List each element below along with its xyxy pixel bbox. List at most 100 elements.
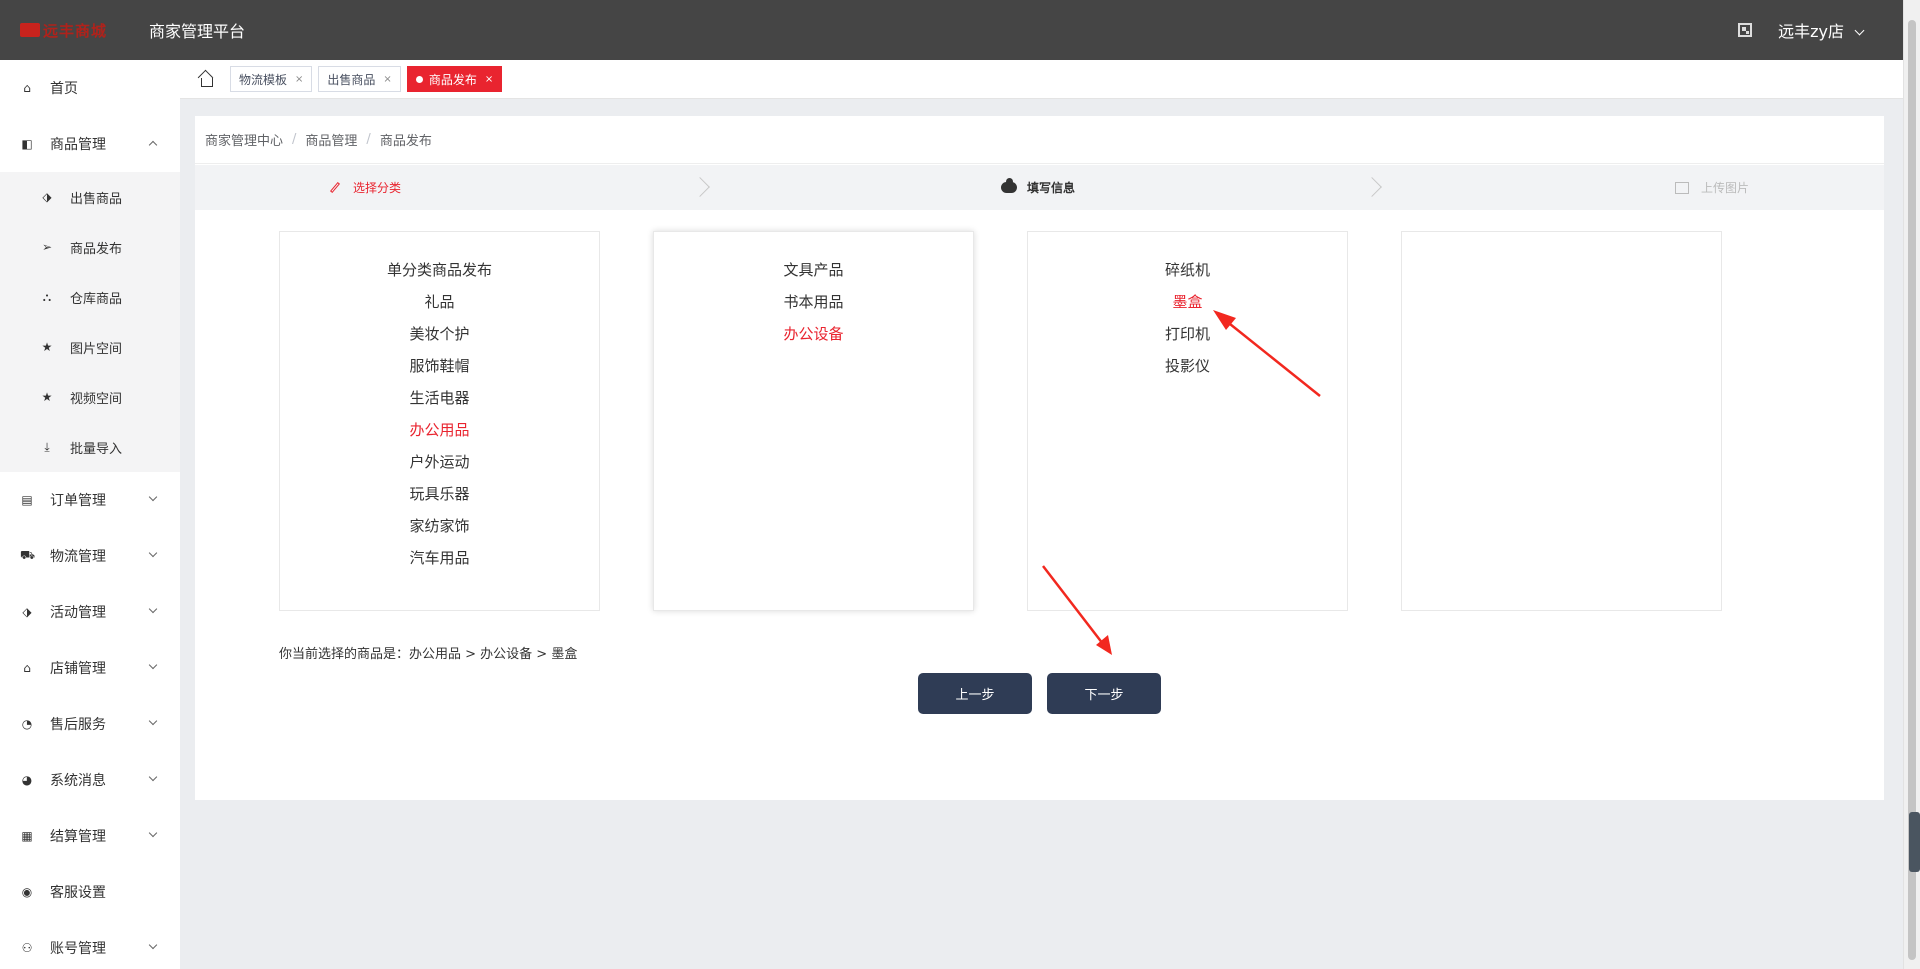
goods-icon: ◧	[21, 137, 33, 151]
logo-mark-icon	[20, 23, 40, 37]
sidebar-item[interactable]: ⌂ 首页	[0, 60, 180, 116]
category-list-level1: 单分类商品发布 礼品 美妆个护 服饰鞋帽 生活电器 办公用品 户外运动 玩具乐器 家纺家饰 汽车用…	[279, 231, 600, 611]
sidebar-subitem-label: 出售商品	[70, 191, 123, 207]
tab-tag[interactable]: 商品发布 ×	[406, 66, 503, 92]
user-menu[interactable]: 远丰zy店	[1778, 18, 1865, 42]
home-icon[interactable]	[198, 71, 214, 87]
category-item[interactable]: 投影仪	[1028, 350, 1347, 382]
category-item[interactable]: 墨盒	[1028, 286, 1347, 318]
category-item[interactable]: 打印机	[1028, 318, 1347, 350]
order-icon: ▤	[21, 493, 33, 507]
category-item[interactable]: 美妆个护	[280, 318, 599, 350]
chevron-down-icon	[148, 716, 158, 726]
sidebar-item-label: 首页	[50, 81, 78, 97]
pencil-icon	[329, 181, 341, 194]
tab-tag-label: 出售商品	[327, 72, 376, 87]
chevron-down-icon	[148, 828, 158, 838]
sidebar-item[interactable]: ▤ 订单管理	[0, 472, 180, 528]
service-icon: ◔	[21, 717, 33, 731]
sidebar-item[interactable]: ◧ 商品管理	[0, 116, 180, 172]
category-item[interactable]: 办公用品	[280, 414, 599, 446]
step-fill-info: 填写信息	[1001, 165, 1075, 210]
chevron-down-icon	[148, 548, 158, 558]
shop-icon: ⌂	[23, 661, 31, 675]
sidebar-item[interactable]: ◉ 客服设置	[0, 864, 180, 920]
import-icon: ⤓	[44, 439, 50, 454]
sidebar-subitem-label: 视频空间	[70, 391, 123, 407]
sidebar-item-label: 店铺管理	[50, 661, 106, 677]
sidebar-item[interactable]: ◕ 系统消息	[0, 752, 180, 808]
sidebar-item-label: 账号管理	[50, 941, 106, 957]
star-icon: ★	[41, 390, 53, 404]
account-icon: ⚇	[21, 941, 33, 955]
sidebar-subitem-label: 商品发布	[70, 241, 123, 257]
sidebar-item[interactable]: ⬗ 活动管理	[0, 584, 180, 640]
step-select-category: 选择分类	[329, 165, 401, 210]
category-item[interactable]: 户外运动	[280, 446, 599, 478]
category-item[interactable]: 汽车用品	[280, 542, 599, 574]
chevron-down-icon	[148, 492, 158, 502]
chevron-up-icon	[148, 140, 158, 150]
sidebar-subitem[interactable]: ★ 图片空间	[0, 322, 180, 372]
close-icon[interactable]: ×	[383, 74, 391, 85]
close-icon[interactable]: ×	[485, 74, 493, 85]
sidebar-subitem[interactable]: ⬗ 出售商品	[0, 172, 180, 222]
category-item[interactable]: 服饰鞋帽	[280, 350, 599, 382]
sidebar-item-label: 售后服务	[50, 717, 106, 733]
prev-step-button[interactable]: 上一步	[918, 673, 1032, 714]
message-icon: ◕	[21, 773, 33, 787]
sidebar-item-label: 客服设置	[50, 885, 106, 901]
category-item[interactable]: 办公设备	[654, 318, 973, 350]
current-selection-text: 你当前选择的商品是：办公用品 > 办公设备 > 墨盒	[279, 647, 578, 662]
category-item[interactable]: 礼品	[280, 286, 599, 318]
category-list-level2: 文具产品 书本用品 办公设备	[653, 231, 974, 611]
chevron-down-icon	[148, 604, 158, 614]
category-item[interactable]: 生活电器	[280, 382, 599, 414]
category-item[interactable]: 单分类商品发布	[280, 254, 599, 286]
sidebar-item[interactable]: ⚇ 账号管理	[0, 920, 180, 969]
category-item[interactable]: 家纺家饰	[280, 510, 599, 542]
sidebar-item[interactable]: ⌂ 店铺管理	[0, 640, 180, 696]
sidebar-subitem[interactable]: ➢ 商品发布	[0, 222, 180, 272]
sidebar-item[interactable]: ▦ 结算管理	[0, 808, 180, 864]
category-item[interactable]: 碎纸机	[1028, 254, 1347, 286]
sidebar-item[interactable]: ⛟ 物流管理	[0, 528, 180, 584]
image-icon	[1675, 181, 1689, 194]
brand-logo[interactable]: 远丰商城	[20, 21, 128, 40]
breadcrumb: 商家管理中心 / 商品管理 / 商品发布	[195, 116, 1884, 164]
sidebar-subitem[interactable]: ⛬ 仓库商品	[0, 272, 180, 322]
side-widget[interactable]	[1909, 812, 1920, 872]
qrcode-icon[interactable]	[1738, 23, 1753, 37]
category-item[interactable]: 书本用品	[654, 286, 973, 318]
breadcrumb-item[interactable]: 商家管理中心	[205, 130, 283, 149]
sidebar-item-label: 结算管理	[50, 829, 106, 845]
main-panel: 商家管理中心 / 商品管理 / 商品发布 选择分类 填写信息 上传图片 单分类商…	[195, 116, 1884, 800]
next-step-button[interactable]: 下一步	[1047, 673, 1161, 714]
sidebar-item[interactable]: ◔ 售后服务	[0, 696, 180, 752]
sidebar-subitem[interactable]: ⤓ 批量导入	[0, 422, 180, 472]
tag-icon: ⬗	[42, 190, 52, 204]
sidebar-menu: ⌂ 首页 ◧ 商品管理 ⬗ 出售商品 ➢ 商品发布 ⛬ 仓库商品 ★ 图片空间 ★ 视频空间 ⤓ 批量导入 ▤ 订…	[0, 60, 180, 969]
sidebar-submenu: ⬗ 出售商品 ➢ 商品发布 ⛬ 仓库商品 ★ 图片空间 ★ 视频空间 ⤓ 批量导入	[0, 172, 180, 472]
chevron-down-icon	[1854, 25, 1865, 36]
user-name: 远丰zy店	[1778, 22, 1844, 41]
breadcrumb-separator: /	[292, 132, 297, 147]
send-icon: ➢	[41, 240, 53, 254]
sidebar-subitem[interactable]: ★ 视频空间	[0, 372, 180, 422]
close-icon[interactable]: ×	[295, 74, 303, 85]
category-item[interactable]: 文具产品	[654, 254, 973, 286]
breadcrumb-item[interactable]: 商品管理	[305, 130, 357, 149]
tab-tag-label: 物流模板	[239, 72, 288, 87]
tab-tag-label: 商品发布	[428, 72, 477, 87]
logo-text: 远丰商城	[43, 21, 108, 40]
customer-service-icon: ◉	[21, 885, 33, 899]
tab-tag[interactable]: 物流模板 ×	[230, 66, 313, 92]
category-item[interactable]: 玩具乐器	[280, 478, 599, 510]
publish-steps: 选择分类 填写信息 上传图片	[195, 165, 1884, 210]
chevron-down-icon	[148, 940, 158, 950]
settlement-icon: ▦	[21, 829, 33, 843]
tab-tag[interactable]: 出售商品 ×	[318, 66, 401, 92]
chevron-down-icon	[148, 772, 158, 782]
platform-title: 商家管理平台	[149, 22, 246, 41]
sidebar-item-label: 系统消息	[50, 773, 106, 789]
